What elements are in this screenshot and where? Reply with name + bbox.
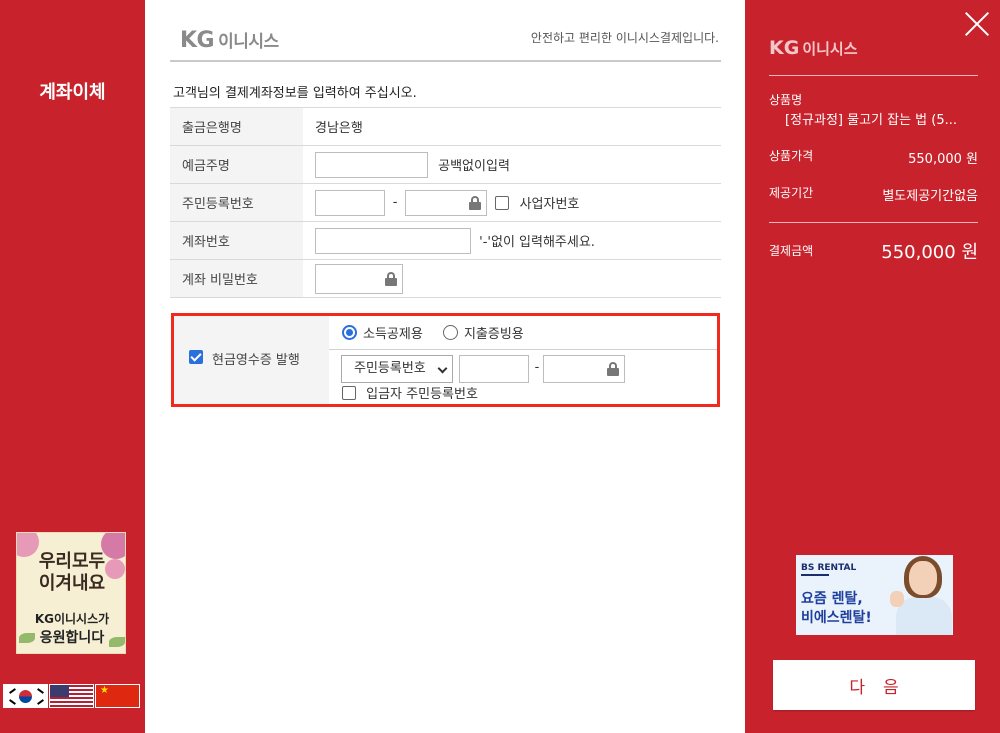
lock-icon — [469, 195, 482, 210]
account-number-hint: '-'없이 입력해주세요. — [479, 235, 595, 250]
resident-number-front-input[interactable] — [315, 189, 385, 216]
total-amount-label: 결제금액 — [769, 244, 814, 258]
bank-value: 경남은행 — [315, 121, 363, 136]
depositor-label: 예금주명 — [170, 145, 303, 184]
usa-flag-icon[interactable] — [49, 684, 94, 708]
divider — [769, 222, 978, 223]
receipt-type-options: 소득공제용 지출증빙용 — [342, 323, 540, 342]
table-row: 예금주명 공백없이입력 — [170, 145, 721, 184]
kg-cheer-banner[interactable]: 우리모두 이겨내요 KG이니시스가 응원합니다 — [16, 532, 126, 654]
product-price-value: 550,000 원 — [908, 152, 978, 167]
chevron-down-icon — [437, 363, 448, 374]
divider — [329, 349, 717, 350]
resident-number-back-input[interactable] — [405, 189, 488, 216]
payment-method-title: 계좌이체 — [39, 82, 106, 103]
lock-icon — [607, 362, 619, 376]
bs-rental-logo: BS RENTAL — [801, 563, 857, 573]
receipt-id-back-input[interactable] — [543, 355, 625, 383]
account-number-label: 계좌번호 — [170, 221, 303, 260]
product-name-value: [정규과정] 물고기 잡는 법 (5... — [785, 113, 958, 128]
income-deduction-radio[interactable] — [342, 325, 357, 340]
account-password-label: 계좌 비밀번호 — [170, 259, 303, 298]
form-instruction: 고객님의 결제계좌정보를 입력하여 주십시오. — [173, 86, 417, 101]
service-period-value: 별도제공기간없음 — [882, 189, 978, 204]
depositor-id-label: 입금자 주민등록번호 — [366, 387, 478, 402]
close-icon[interactable] — [963, 10, 991, 38]
id-type-select[interactable]: 주민등록번호 — [341, 355, 453, 383]
account-password-input[interactable] — [315, 263, 403, 294]
business-number-checkbox[interactable] — [495, 195, 510, 210]
banner-text-line: 비에스렌탈! — [801, 610, 872, 626]
cash-receipt-checkbox[interactable] — [189, 350, 203, 364]
expense-proof-label: 지출증빙용 — [463, 327, 524, 342]
service-period-label: 제공기간 — [769, 186, 814, 200]
banner-text-line: 응원합니다 — [39, 630, 105, 646]
order-summary-panel: KG 이니시스 상품명 [정규과정] 물고기 잡는 법 (5... 상품가격 55… — [745, 0, 1000, 733]
dash-separator: - — [392, 195, 398, 210]
header-tagline: 안전하고 편리한 이니시스결제입니다. — [530, 31, 719, 45]
bs-rental-banner[interactable]: BS RENTAL 요즘 렌탈, 비에스렌탈! — [796, 555, 953, 635]
banner-text-line: 요즘 렌탈, — [801, 591, 863, 607]
banner-text-line: KG이니시스가 — [34, 612, 110, 626]
next-button[interactable]: 다음 — [773, 660, 975, 710]
china-flag-icon[interactable]: ★ — [95, 684, 140, 708]
cash-receipt-label: 현금영수증 발행 — [212, 353, 300, 368]
table-row: 주민등록번호 - 사업자번호 — [170, 183, 721, 222]
korea-flag-icon[interactable] — [3, 684, 48, 708]
account-number-input[interactable] — [315, 227, 471, 254]
left-panel: 계좌이체 우리모두 이겨내요 KG이니시스가 응원합니다 ★ — [0, 0, 145, 733]
table-row: 계좌 비밀번호 — [170, 259, 721, 298]
bank-label: 출금은행명 — [170, 107, 303, 146]
business-number-label: 사업자번호 — [519, 197, 580, 212]
payment-form-panel: KG 이니시스 안전하고 편리한 이니시스결제입니다. 고객님의 결제계좌정보를 … — [145, 0, 745, 733]
model-image — [896, 597, 952, 635]
depositor-name-input[interactable] — [315, 151, 428, 178]
cash-receipt-section: 현금영수증 발행 소득공제용 지출증빙용 주민등록번호 - 입금자 주민등록번호 — [171, 313, 720, 407]
expense-proof-radio[interactable] — [442, 325, 458, 340]
inicis-logo: KG 이니시스 — [180, 28, 279, 53]
receipt-id-front-input[interactable] — [459, 355, 529, 383]
product-name-label: 상품명 — [769, 93, 803, 107]
divider — [769, 75, 978, 76]
table-row: 계좌번호 '-'없이 입력해주세요. — [170, 221, 721, 260]
depositor-hint: 공백없이입력 — [438, 159, 510, 174]
product-price-label: 상품가격 — [769, 149, 814, 163]
account-info-table: 출금은행명 경남은행 예금주명 공백없이입력 주민등록번호 - 사업자번호 계좌… — [170, 107, 721, 298]
depositor-id-checkbox[interactable] — [342, 385, 356, 400]
table-row: 출금은행명 경남은행 — [170, 107, 721, 146]
inicis-logo: KG 이니시스 — [769, 37, 858, 59]
lock-icon — [385, 271, 397, 286]
banner-text-line: 우리모두 이겨내요 — [38, 551, 106, 594]
resident-number-label: 주민등록번호 — [170, 183, 303, 222]
form-header: KG 이니시스 안전하고 편리한 이니시스결제입니다. — [170, 0, 721, 62]
dash-separator: - — [534, 360, 540, 375]
income-deduction-label: 소득공제용 — [363, 327, 423, 342]
total-amount-value: 550,000 원 — [881, 242, 978, 263]
